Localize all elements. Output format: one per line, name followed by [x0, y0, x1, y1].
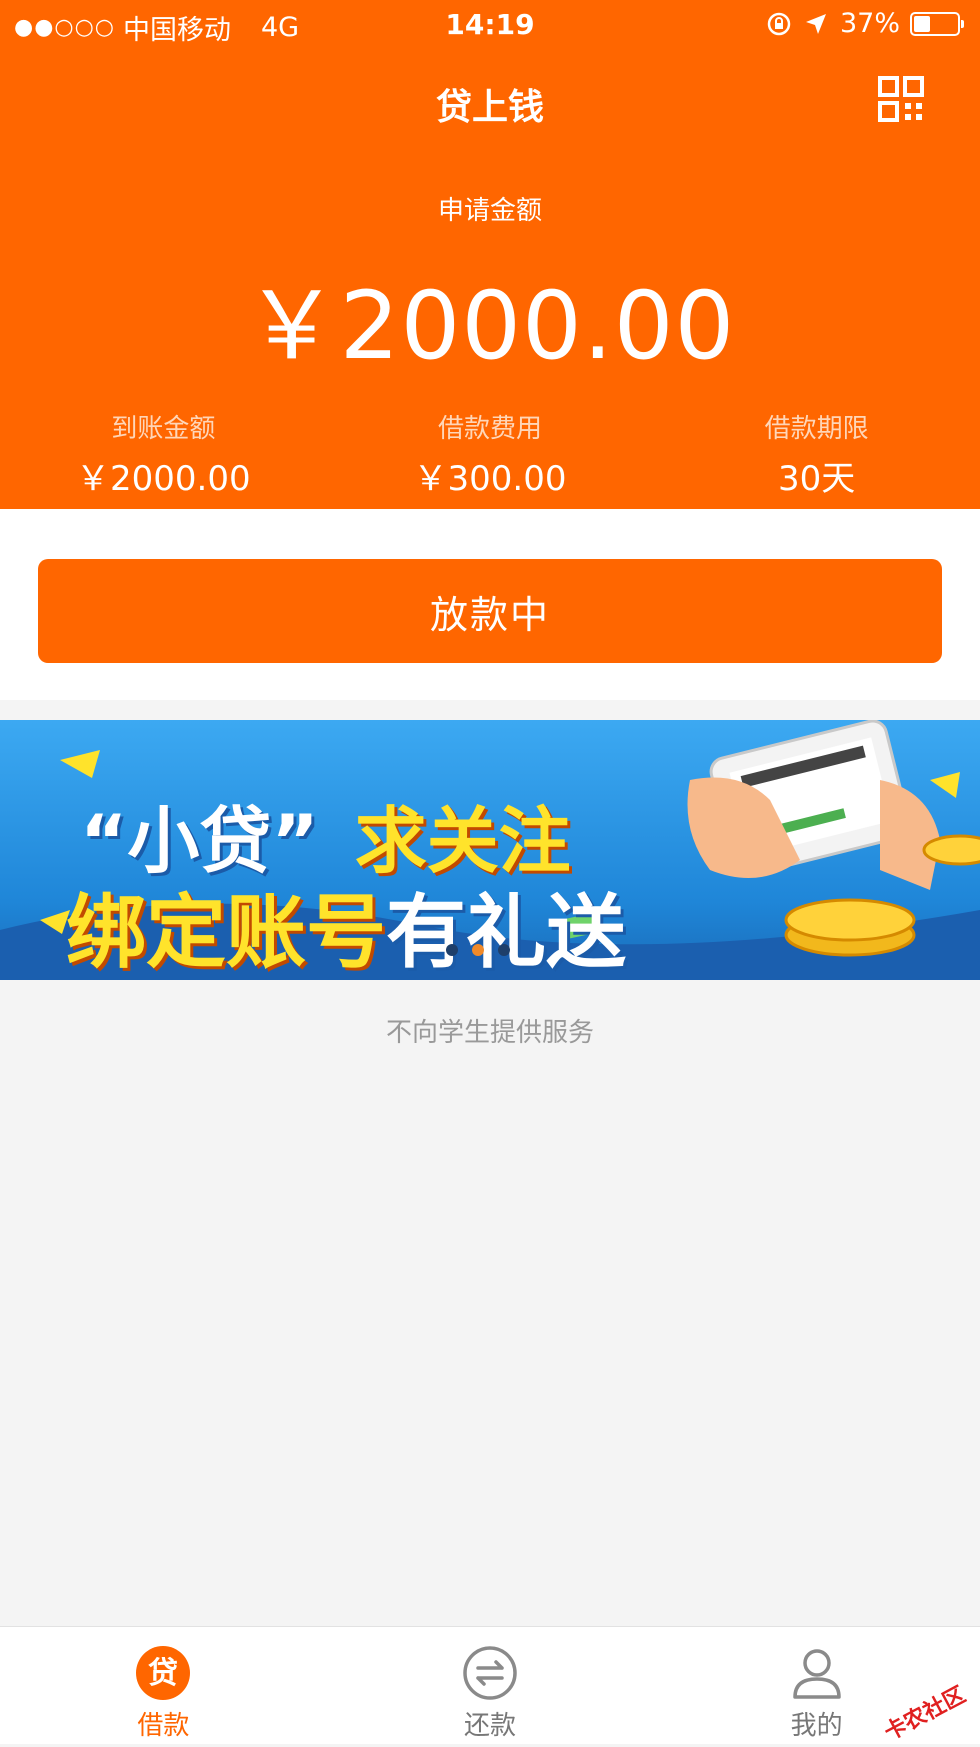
loan-icon: 贷	[136, 1646, 191, 1700]
promo-banner[interactable]: “小贷” 求关注 绑定账号有礼送	[0, 720, 980, 980]
tab-borrow[interactable]: 贷 借款	[0, 1627, 327, 1744]
exchange-icon	[463, 1646, 517, 1700]
summary-label: 到账金额	[111, 414, 216, 444]
tab-bar: 贷 借款 还款 我的 卡农社区	[0, 1626, 980, 1746]
disbursing-button[interactable]: 放款中	[38, 559, 942, 663]
battery-percent: 37%	[839, 8, 900, 39]
tab-label: 借款	[137, 1711, 190, 1741]
summary-term: 借款期限 30天	[653, 408, 980, 500]
page-title: 贷上钱	[435, 87, 544, 128]
summary-label: 借款费用	[438, 414, 543, 444]
student-notice: 不向学生提供服务	[385, 1018, 594, 1048]
summary-value: ￥2000.00	[76, 459, 251, 499]
loan-summary: 到账金额 ￥2000.00 借款费用 ￥300.00 借款期限 30天	[0, 408, 980, 500]
rotation-lock-icon	[767, 12, 791, 35]
header: ●●○○○ 中国移动 4G 14:19 37% 贷上钱 申请金额 ￥2000.0…	[0, 0, 980, 509]
summary-value: 30天	[778, 459, 856, 499]
tab-mine[interactable]: 我的	[653, 1627, 980, 1744]
tab-repay[interactable]: 还款	[327, 1627, 654, 1744]
banner-headline-2: 绑定账号有礼送	[66, 868, 626, 980]
summary-received: 到账金额 ￥2000.00	[0, 408, 327, 500]
action-area: 放款中	[0, 509, 980, 700]
tab-label: 还款	[464, 1711, 517, 1741]
battery-icon	[910, 11, 964, 36]
banner-dot-active[interactable]	[472, 944, 484, 956]
status-bar: ●●○○○ 中国移动 4G 14:19 37%	[0, 0, 980, 50]
user-icon	[792, 1649, 841, 1699]
qr-code-icon[interactable]	[878, 76, 924, 122]
battery-level	[914, 15, 930, 32]
banner-pagination[interactable]	[446, 944, 510, 956]
banner-text-gift: 有礼送	[386, 886, 626, 979]
location-arrow-icon	[805, 13, 826, 34]
apply-amount-label: 申请金额	[437, 196, 542, 226]
summary-fee: 借款费用 ￥300.00	[327, 408, 654, 500]
banner-dot[interactable]	[498, 944, 510, 956]
svg-text:贷: 贷	[148, 1656, 178, 1691]
summary-label: 借款期限	[764, 414, 869, 444]
banner-text-bind: 绑定账号	[66, 886, 386, 979]
apply-amount-value: ￥2000.00	[244, 272, 736, 381]
banner-dot[interactable]	[446, 944, 458, 956]
summary-value: ￥300.00	[413, 459, 567, 499]
